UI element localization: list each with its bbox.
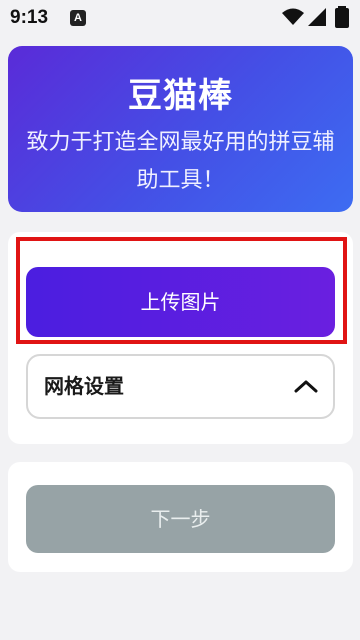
header-banner: 豆猫棒 致力于打造全网最好用的拼豆辅助工具！ <box>8 46 353 212</box>
status-time: 9:13 <box>10 7 49 28</box>
upload-card: 上传图片 网格设置 <box>8 232 353 444</box>
next-step-card: 下一步 <box>8 462 353 572</box>
upload-image-button[interactable]: 上传图片 <box>26 267 335 337</box>
chevron-up-icon[interactable] <box>293 374 319 398</box>
grid-settings-label: 网格设置 <box>44 374 124 398</box>
app-subtitle: 致力于打造全网最好用的拼豆辅助工具！ <box>26 130 335 193</box>
battery-icon <box>332 6 352 32</box>
app-title: 豆猫棒 <box>128 76 233 116</box>
status-bar: 9:13 A <box>0 0 360 36</box>
grid-settings-toggle[interactable]: 网格设置 <box>26 354 335 419</box>
wifi-icon <box>282 8 304 30</box>
next-step-button[interactable]: 下一步 <box>26 485 335 553</box>
notification-a-icon: A <box>70 10 86 26</box>
signal-icon <box>308 8 326 30</box>
